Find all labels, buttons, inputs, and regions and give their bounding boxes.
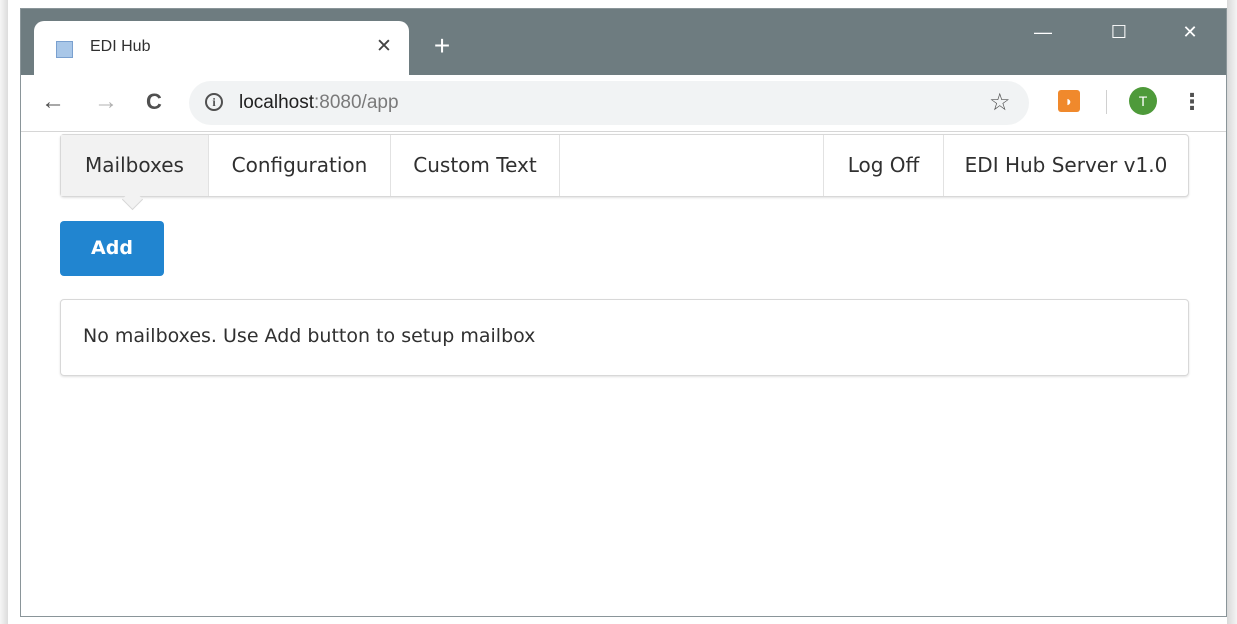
browser-menu-icon[interactable]: ⋮ bbox=[1181, 87, 1203, 117]
url-path: :8080/app bbox=[314, 92, 399, 113]
toolbar-separator bbox=[1106, 90, 1107, 114]
back-arrow-icon[interactable]: ← bbox=[38, 87, 68, 117]
page-content: Mailboxes Configuration Custom Text Log … bbox=[21, 132, 1226, 616]
site-info-icon[interactable]: i bbox=[205, 93, 223, 111]
url-host: localhost bbox=[239, 92, 314, 113]
rss-extension-icon[interactable]: ◗ bbox=[1058, 90, 1080, 112]
window-shadow-right bbox=[1227, 0, 1237, 624]
empty-mailbox-message: No mailboxes. Use Add button to setup ma… bbox=[60, 299, 1189, 376]
address-url[interactable]: localhost:8080/app bbox=[239, 92, 399, 114]
tab-close-icon[interactable]: ✕ bbox=[372, 35, 396, 59]
browser-window: EDI Hub ✕ + — ☐ ✕ ← → C i localhost:8080… bbox=[20, 8, 1227, 617]
profile-avatar[interactable]: T bbox=[1129, 87, 1157, 115]
add-mailbox-button[interactable]: Add bbox=[60, 221, 164, 276]
page-favicon-icon bbox=[56, 41, 73, 58]
menu-item-configuration[interactable]: Configuration bbox=[209, 135, 390, 196]
new-tab-button[interactable]: + bbox=[427, 31, 457, 61]
menu-item-server-version: EDI Hub Server v1.0 bbox=[964, 153, 1168, 177]
empty-message-text: No mailboxes. Use Add button to setup ma… bbox=[83, 325, 536, 347]
window-close-icon[interactable]: ✕ bbox=[1170, 17, 1210, 47]
reload-icon[interactable]: C bbox=[139, 87, 169, 117]
bookmark-star-icon[interactable]: ☆ bbox=[989, 88, 1011, 117]
tab-title: EDI Hub bbox=[90, 38, 151, 55]
window-shadow-left bbox=[0, 0, 8, 624]
browser-titlebar: EDI Hub ✕ + — ☐ ✕ bbox=[21, 9, 1226, 75]
browser-tab[interactable]: EDI Hub ✕ bbox=[34, 21, 409, 75]
menu-divider bbox=[559, 135, 560, 196]
app-menu: Mailboxes Configuration Custom Text Log … bbox=[60, 134, 1189, 197]
menu-item-log-off[interactable]: Log Off bbox=[824, 135, 943, 196]
address-bar[interactable]: i localhost:8080/app ☆ bbox=[189, 81, 1029, 125]
minimize-icon[interactable]: — bbox=[1023, 17, 1063, 47]
menu-item-mailboxes[interactable]: Mailboxes bbox=[61, 135, 208, 196]
menu-item-custom-text[interactable]: Custom Text bbox=[391, 135, 559, 196]
browser-toolbar: ← → C i localhost:8080/app ☆ ◗ T ⋮ bbox=[21, 75, 1226, 132]
maximize-icon[interactable]: ☐ bbox=[1099, 17, 1139, 47]
forward-arrow-icon[interactable]: → bbox=[91, 87, 121, 117]
